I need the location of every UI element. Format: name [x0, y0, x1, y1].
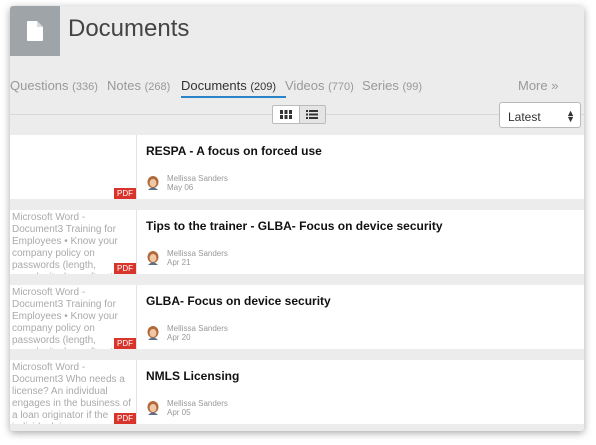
more-tabs-button[interactable]: More » — [518, 78, 558, 93]
more-label: More — [518, 78, 548, 93]
page-title: Documents — [68, 15, 190, 42]
tab-label: Series — [362, 78, 399, 93]
card-divider — [136, 135, 137, 199]
pdf-badge: PDF — [114, 263, 136, 274]
app-window: Documents Questions (336) Notes (268) Do… — [10, 6, 584, 431]
tab-count: (209) — [250, 81, 277, 93]
document-thumbnail[interactable]: PDF — [10, 135, 136, 199]
tab-documents[interactable]: Documents (209) — [181, 78, 276, 93]
tab-questions[interactable]: Questions (336) — [10, 78, 98, 93]
document-thumbnail[interactable]: Microsoft Word - Document3 Training for … — [10, 285, 136, 349]
avatar-icon — [147, 401, 159, 415]
tab-label: Notes — [107, 78, 141, 93]
tab-label: Documents — [181, 78, 247, 93]
chevron-double-right-icon: » — [551, 78, 559, 93]
select-arrows-icon: ▲ ▼ — [566, 108, 575, 124]
active-tab-indicator — [181, 96, 286, 98]
tab-count: (99) — [402, 81, 423, 93]
tab-count: (268) — [144, 81, 171, 93]
page-header: Documents — [10, 6, 584, 56]
avatar-icon — [147, 251, 159, 265]
list-item[interactable]: Microsoft Word - Document3 Training for … — [10, 285, 584, 349]
tab-series[interactable]: Series (99) — [362, 78, 422, 93]
tab-videos[interactable]: Videos (770) — [285, 78, 354, 93]
list-view-icon — [306, 110, 319, 119]
post-date: Apr 21 — [167, 258, 191, 267]
grid-view-button[interactable] — [273, 106, 299, 123]
avatar-icon — [147, 326, 159, 340]
post-date: May 06 — [167, 183, 194, 192]
document-icon — [27, 21, 43, 41]
document-icon-tile — [10, 6, 60, 56]
grid-view-icon — [279, 110, 292, 119]
document-thumbnail[interactable]: Microsoft Word - Document3 Who needs a l… — [10, 360, 136, 424]
document-title[interactable]: RESPA - A focus on forced use — [146, 144, 322, 158]
list-item[interactable]: PDF RESPA - A focus on forced use Mellis… — [10, 135, 584, 199]
avatar-icon — [147, 176, 159, 190]
tab-count: (770) — [328, 81, 354, 93]
author-name[interactable]: Mellissa Sanders — [167, 324, 228, 333]
list-item[interactable]: Microsoft Word - Document3 Training for … — [10, 210, 584, 274]
tab-count: (336) — [72, 81, 98, 93]
post-date: Apr 20 — [167, 333, 191, 342]
card-divider — [136, 210, 137, 274]
list-view-button[interactable] — [298, 106, 325, 123]
sort-select-value: Latest — [508, 110, 541, 124]
document-title[interactable]: Tips to the trainer - GLBA- Focus on dev… — [146, 219, 443, 233]
pdf-badge: PDF — [114, 338, 136, 349]
author-name[interactable]: Mellissa Sanders — [167, 399, 228, 408]
view-toggle — [272, 105, 326, 124]
tab-notes[interactable]: Notes (268) — [107, 78, 170, 93]
pdf-badge: PDF — [114, 188, 136, 199]
tab-label: Questions — [10, 78, 69, 93]
sort-select[interactable]: Latest ▲ ▼ — [499, 102, 581, 128]
card-divider — [136, 360, 137, 424]
card-divider — [136, 285, 137, 349]
author-name[interactable]: Mellissa Sanders — [167, 174, 228, 183]
tab-label: Videos — [285, 78, 325, 93]
document-title[interactable]: NMLS Licensing — [146, 369, 239, 383]
pdf-badge: PDF — [114, 413, 136, 424]
document-title[interactable]: GLBA- Focus on device security — [146, 294, 331, 308]
author-name[interactable]: Mellissa Sanders — [167, 249, 228, 258]
document-thumbnail[interactable]: Microsoft Word - Document3 Training for … — [10, 210, 136, 274]
post-date: Apr 05 — [167, 408, 191, 417]
list-item[interactable]: Microsoft Word - Document3 Who needs a l… — [10, 360, 584, 424]
